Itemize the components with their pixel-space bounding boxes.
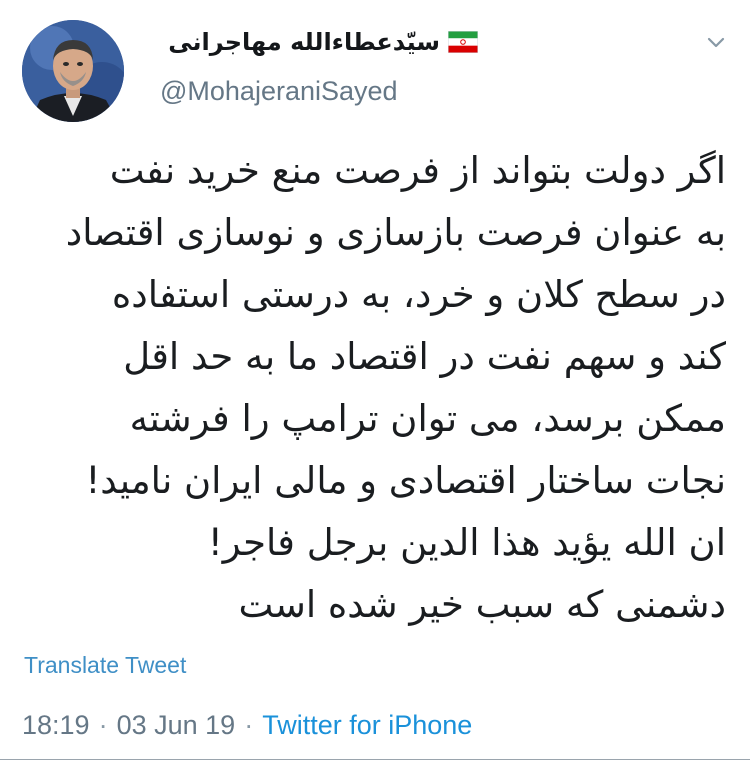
translate-tweet-link[interactable]: Translate Tweet <box>24 652 186 679</box>
tweet-text: اگر دولت بتواند از فرصت منع خرید نفت به … <box>20 140 726 636</box>
tweet-text-line: نجات ساختار اقتصادی و مالی ایران نامید! <box>85 459 726 502</box>
tweet-text-line: دشمنی که سبب خیر شده است <box>238 583 726 626</box>
divider <box>0 759 750 760</box>
author-display-name[interactable]: سیّدعطاءالله مهاجرانی <box>168 28 440 56</box>
meta-separator: · <box>98 709 108 740</box>
tweet-text-line: به عنوان فرصت بازسازی و نوسازی اقتصاد <box>65 211 726 254</box>
meta-separator: · <box>244 709 254 740</box>
author-name-row[interactable]: سیّدعطاءالله مهاجرانی <box>160 20 478 64</box>
tweet-time[interactable]: 18:19 <box>22 710 90 741</box>
iran-flag-icon <box>448 31 478 53</box>
tweet-text-line: اگر دولت بتواند از فرصت منع خرید نفت <box>109 149 726 192</box>
tweet-text-line: در سطح کلان و خرد، به درستی استفاده <box>111 273 726 316</box>
tweet-text-line: ممکن برسد، می توان ترامپ را فرشته <box>129 397 726 440</box>
tweet-metadata: 18:19 · 03 Jun 19 · Twitter for iPhone <box>22 707 472 743</box>
tweet-date[interactable]: 03 Jun 19 <box>117 710 236 741</box>
tweet-card: سیّدعطاءالله مهاجرانی @MohajeraniSayed ا… <box>0 0 750 763</box>
author-handle[interactable]: @MohajeraniSayed <box>160 76 398 107</box>
profile-avatar[interactable] <box>22 20 124 122</box>
chevron-down-icon[interactable] <box>704 30 728 54</box>
tweet-source-link[interactable]: Twitter for iPhone <box>262 710 472 741</box>
avatar-photo <box>22 20 124 122</box>
tweet-text-line: ان الله یؤید هذا الدین برجل فاجر! <box>207 521 726 564</box>
tweet-text-line: کند و سهم نفت در اقتصاد ما به حد اقل <box>123 335 726 378</box>
